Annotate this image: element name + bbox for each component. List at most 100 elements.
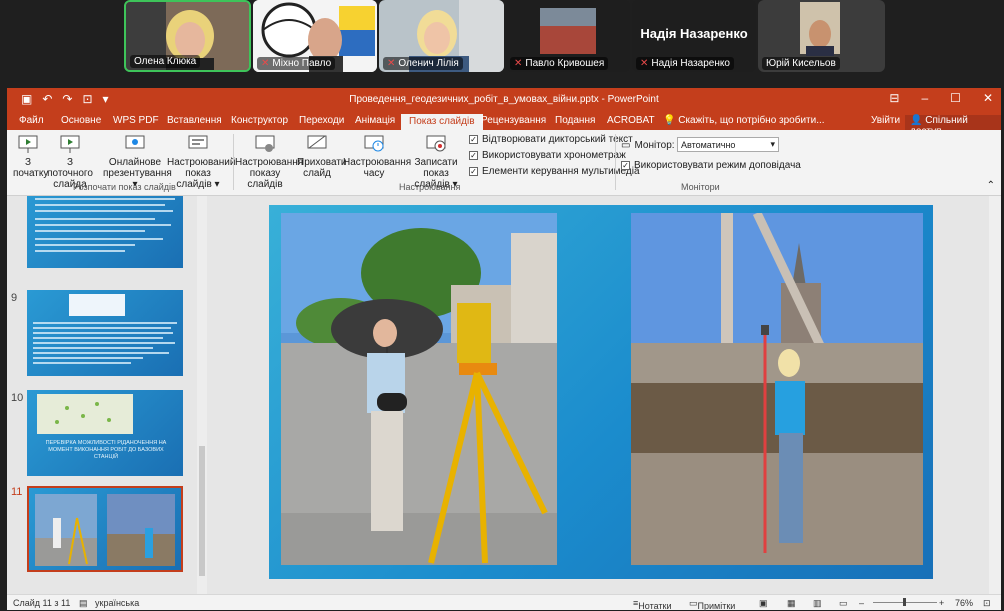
thumbnail-number: 11 [11,486,23,498]
zoom-slider-thumb[interactable] [903,598,906,606]
slide-sorter-icon[interactable]: ▦ [787,598,796,609]
photo-image [281,213,557,565]
tell-me-box[interactable]: 💡 Скажіть, що потрібно зробити... [663,115,825,126]
tab-wps-pdf[interactable]: WPS PDF [113,115,159,126]
ribbon: З початку З поточного слайда Онлайнове п… [7,130,1001,196]
ribbon-display-options-icon[interactable]: ⊟ [889,91,899,105]
tab-slide-show[interactable]: Показ слайдів [401,114,483,130]
title-bar: ▣ ↶ ↷ ⊡ ▾ Проведення_геодезичних_робіт_в… [7,88,1001,112]
minimize-icon[interactable]: – [921,91,928,105]
surveyor-with-total-station-photo[interactable] [281,213,557,565]
mic-off-icon: ✕ [261,58,270,69]
tab-transitions[interactable]: Переходи [299,115,344,126]
comments-button[interactable]: ▭ Примітки [689,598,735,611]
current-slide[interactable] [269,205,933,579]
zoom-in-icon[interactable]: + [939,598,944,608]
setup-show-icon [255,135,275,152]
tab-animations[interactable]: Анімація [355,115,395,126]
participant-tile-6[interactable]: Юрій Кисельов [758,0,885,72]
thumbnail-number: 9 [11,292,18,304]
tab-acrobat[interactable]: ACROBAT [607,115,655,126]
sign-in-link[interactable]: Увійти [871,115,900,126]
slide-thumbnail-8[interactable] [27,196,183,268]
participant-display-name: Надія Назаренко [640,26,748,41]
slide-counter: Слайд 11 з 11 [13,598,71,608]
surveyor-with-gnss-rover-photo[interactable] [631,213,923,565]
ribbon-separator [233,134,234,190]
maximize-icon[interactable]: ☐ [950,91,961,105]
participant-name: Юрій Кисельов [762,57,840,70]
slide-scrollbar[interactable] [989,196,1001,594]
ribbon-separator [615,134,616,190]
video-conference-strip: Олена Клюка ✕Міхно Павло ✕Оленич Лілія [0,0,1004,86]
present-online-icon [125,135,145,149]
status-bar: Слайд 11 з 11 ▤ українська ≡ Нотатки ▭ П… [7,594,1001,611]
media-controls-checkbox[interactable]: ✓ Елементи керування мультимедіа [469,166,640,177]
checkbox-checked-icon: ✓ [469,135,478,144]
participant-name: Олена Клюка [130,55,201,68]
spellcheck-icon[interactable]: ▤ [79,598,88,609]
set-up-slideshow-button[interactable]: Настроювання показу слайдів [235,134,303,190]
photo-image [631,213,923,565]
slide-preview [37,394,133,434]
tab-home[interactable]: Основне [61,115,101,126]
tab-review[interactable]: Рецензування [481,115,546,126]
hide-slide-button[interactable]: Приховати слайд [297,134,347,179]
lightbulb-icon: 💡 [663,115,676,126]
participant-tile-4[interactable]: ✕ Павло Кривошея [506,0,630,72]
ribbon-tabs: Файл Основне WPS PDF Вставлення Конструк… [7,112,1001,137]
group-label-monitors: Монітори [681,182,720,192]
slide-thumbnail-10[interactable]: ПЕРЕВІРКА МОЖЛИВОСТІ РІДАНОЧЕННЯ НА МОМЕ… [27,390,183,476]
slide-preview [35,494,175,566]
custom-slideshow-button[interactable]: Настроюваний показ слайдів ▾ [167,134,235,190]
participant-name: ✕ Надія Назаренко [636,57,734,70]
thumbnails-scrollbar[interactable] [197,196,207,594]
rehearse-timings-button[interactable]: Настроювання часу [343,134,411,179]
slide-editor [213,196,1001,594]
participant-tile-5[interactable]: Надія Назаренко ✕ Надія Назаренко [632,0,756,72]
custom-show-icon [188,135,208,149]
tab-insert[interactable]: Вставлення [167,115,222,126]
tab-view[interactable]: Подання [555,115,595,126]
timer-icon [364,135,384,152]
normal-view-icon[interactable]: ▣ [759,598,768,609]
scrollbar-thumb[interactable] [199,446,205,576]
slide-thumbnail-11[interactable] [27,486,183,572]
participant-name: ✕ Оленич Лілія [383,57,463,70]
fit-to-window-icon[interactable]: ⊡ [983,598,991,609]
zoom-level[interactable]: 76% [955,598,973,608]
use-timings-checkbox[interactable]: ✓ Використовувати хронометраж [469,150,626,161]
slide-preview [35,198,175,252]
checkbox-checked-icon: ✓ [621,161,630,170]
presenter-view-checkbox[interactable]: ✓ Використовувати режим доповідача [621,160,801,171]
zoom-out-icon[interactable]: – [859,598,864,608]
slideshow-start-icon [18,135,38,153]
monitor-select[interactable]: Автоматично ▾ [677,137,779,152]
mic-off-icon: ✕ [640,58,649,69]
slideshow-view-icon[interactable]: ▭ [839,598,848,609]
hide-slide-icon [307,135,327,149]
slide-thumbnails-panel: 9 10 ПЕРЕВІРКА МОЖЛИВОСТІ РІДАНОЧЕННЯ НА… [7,196,213,594]
tab-design[interactable]: Конструктор [231,115,288,126]
participant-tile-2[interactable]: ✕ Міхно Павло [253,0,377,72]
from-beginning-button[interactable]: З початку [13,134,48,179]
participant-name: ✕ Павло Кривошея [510,57,609,70]
window-title: Проведення_геодезичних_робіт_в_умовах_ві… [349,94,659,105]
notes-button[interactable]: ≡ Нотатки [633,598,672,611]
window-controls: ⊟ – ☐ ✕ [889,91,993,105]
slide-preview [33,294,177,364]
tab-file[interactable]: Файл [19,115,44,126]
record-icon [426,135,446,152]
reading-view-icon[interactable]: ▥ [813,598,822,609]
slide-thumbnail-9[interactable] [27,290,183,376]
language-indicator[interactable]: українська [95,598,139,608]
close-icon[interactable]: ✕ [983,91,993,105]
mic-off-icon: ✕ [387,58,396,69]
collapse-ribbon-icon[interactable]: ⌃ [987,180,995,191]
participant-tile-1[interactable]: Олена Клюка [124,0,251,72]
monitor-label: ▭ Монітор: [621,140,675,151]
participant-tile-3[interactable]: ✕ Оленич Лілія [379,0,504,72]
play-narrations-checkbox[interactable]: ✓ Відтворювати дикторський текст [469,134,633,145]
thumbnail-number: 10 [11,392,24,404]
monitor-icon: ▭ [621,140,631,151]
